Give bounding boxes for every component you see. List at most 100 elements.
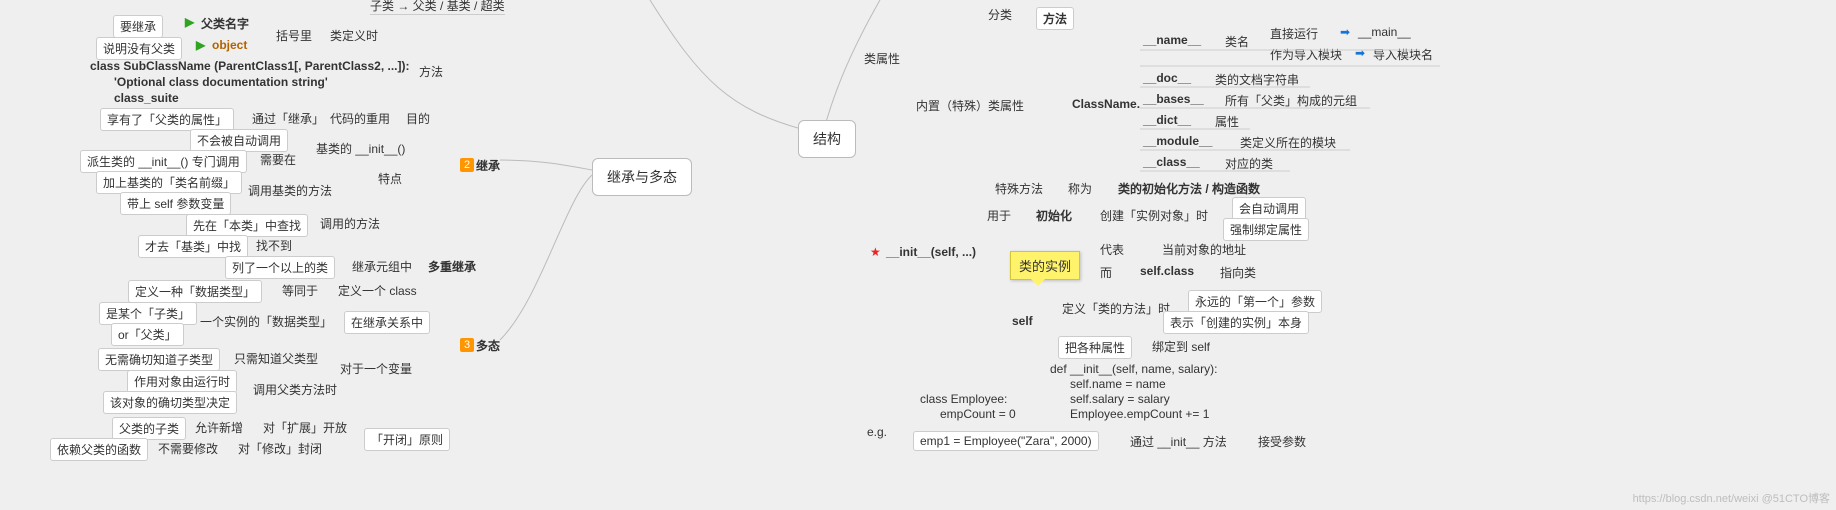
node-first-self[interactable]: 先在「本类」中查找 [186, 214, 308, 237]
node-name: __name__ [1143, 33, 1201, 47]
node-notfound: 找不到 [256, 237, 292, 254]
node-bases-desc: 所有「父类」构成的元组 [1225, 92, 1357, 109]
node-feature: 特点 [378, 170, 402, 187]
node-not-autocall[interactable]: 不会被自动调用 [190, 129, 288, 152]
node-define-type[interactable]: 定义一种「数据类型」 [128, 280, 262, 303]
node-bases: __bases__ [1143, 92, 1204, 106]
flag-icon: ▶ [185, 15, 194, 29]
node-module: __module__ [1143, 134, 1212, 148]
node-partial-top: 子类 → 父类 / 基类 / 超类 [370, 0, 505, 15]
label: 结构 [813, 131, 841, 147]
node-rely-parent[interactable]: 依赖父类的函数 [50, 438, 148, 461]
node-one-inst-type: 一个实例的「数据类型」 [200, 313, 332, 330]
node-list-multi[interactable]: 列了一个以上的类 [225, 256, 335, 279]
label: 继承与多态 [607, 169, 677, 185]
watermark: https://blog.csdn.net/weixi @51CTO博客 [1633, 490, 1830, 506]
node-derived-init[interactable]: 派生类的 __init__() 专门调用 [80, 150, 247, 173]
node-via-init: 通过 __init__ 方法 [1130, 433, 1227, 450]
node-need-inherit[interactable]: 要继承 [113, 15, 163, 38]
node-no-need-sub[interactable]: 无需确切知道子类型 [98, 348, 220, 371]
node-then-base[interactable]: 才去「基类」中找 [138, 235, 248, 258]
node-for-one-var: 对于一个变量 [340, 360, 412, 377]
node-module-desc: 类定义所在的模块 [1240, 134, 1336, 151]
node-dict-desc: 属性 [1215, 113, 1239, 130]
node-called: 称为 [1068, 180, 1092, 197]
node-no-mod: 不需要修改 [158, 440, 218, 457]
node-inherit[interactable]: 继承 [476, 157, 500, 174]
node-class-attr: 类属性 [864, 50, 900, 67]
node-base-init: 基类的 __init__() [316, 140, 405, 157]
node-add-prefix[interactable]: 加上基类的「类名前缀」 [96, 171, 242, 194]
node-class: __class__ [1143, 155, 1200, 169]
node-no-parent[interactable]: 说明没有父类 [96, 37, 182, 60]
node-structure[interactable]: 结构 [798, 120, 856, 158]
node-bracket: 括号里 [276, 27, 312, 44]
node-import-name: 导入模块名 [1373, 46, 1433, 63]
node-class-desc: 对应的类 [1225, 155, 1273, 172]
node-doc-desc: 类的文档字符串 [1215, 71, 1299, 88]
mindmap-canvas[interactable]: 继承与多态 结构 子类 → 父类 / 基类 / 超类 要继承 ▶ 父类名字 说明… [0, 0, 1836, 510]
node-while: 而 [1100, 264, 1112, 281]
node-init-method[interactable]: 类的初始化方法 / 构造函数 [1118, 180, 1260, 197]
node-bind-self: 绑定到 self [1152, 338, 1210, 355]
node-equiv: 等同于 [282, 282, 318, 299]
node-call-parent-m: 调用父类方法时 [253, 381, 337, 398]
node-only-parent: 只需知道父类型 [234, 350, 318, 367]
node-create-inst: 创建「实例对象」时 [1100, 207, 1208, 224]
node-special-method: 特殊方法 [995, 180, 1043, 197]
node-initialize[interactable]: 初始化 [1036, 207, 1072, 224]
node-indicate-inst[interactable]: 表示「创建的实例」本身 [1163, 311, 1309, 334]
node-name-desc: 类名 [1225, 33, 1249, 50]
node-exact-type[interactable]: 该对象的确切类型决定 [103, 391, 237, 414]
node-via-inh: 通过「继承」 [252, 110, 324, 127]
node-or-parent[interactable]: or「父类」 [111, 323, 184, 346]
node-code-reuse: 代码的重用 [330, 110, 390, 127]
node-main: __main__ [1358, 25, 1411, 39]
tooltip-instance: 类的实例 [1010, 251, 1080, 280]
node-runtime[interactable]: 作用对象由运行时 [127, 370, 237, 393]
num-badge: 3 [460, 338, 474, 352]
arrow-icon: ➡ [1355, 46, 1365, 60]
node-poly[interactable]: 多态 [476, 337, 500, 354]
node-represent: 代表 [1100, 241, 1124, 258]
code-a: class Employee: empCount = 0 [920, 392, 1016, 422]
node-object[interactable]: object [212, 38, 247, 52]
node-in-inh-rel[interactable]: 在继承关系中 [344, 311, 430, 334]
node-accept-args: 接受参数 [1258, 433, 1306, 450]
node-category: 分类 [988, 6, 1012, 23]
node-open-close[interactable]: 「开闭」原则 [364, 428, 450, 451]
node-used-for: 用于 [987, 207, 1011, 224]
node-need-in: 需要在 [260, 151, 296, 168]
node-first-arg[interactable]: 永远的「第一个」参数 [1188, 290, 1322, 313]
node-classname-dot: ClassName. [1072, 97, 1140, 111]
star-icon: ★ [870, 245, 881, 259]
node-is-sub[interactable]: 是某个「子类」 [99, 302, 197, 325]
node-inherit-poly[interactable]: 继承与多态 [592, 158, 692, 196]
node-parent-name[interactable]: 父类名字 [201, 15, 249, 32]
node-has-attr[interactable]: 享有了「父类的属性」 [100, 108, 234, 131]
arrow-icon: ➡ [1340, 25, 1350, 39]
node-point-class: 指向类 [1220, 264, 1256, 281]
node-purpose: 目的 [406, 110, 430, 127]
node-bind-attrs[interactable]: 把各种属性 [1058, 336, 1132, 359]
node-direct-run: 直接运行 [1270, 25, 1318, 42]
node-self[interactable]: self [1012, 314, 1033, 328]
node-with-self[interactable]: 带上 self 参数变量 [120, 192, 231, 215]
node-call-base: 调用基类的方法 [248, 182, 332, 199]
node-init-sig[interactable]: __init__(self, ...) [886, 245, 976, 259]
node-eg: e.g. [867, 425, 887, 439]
node-call-method: 调用的方法 [320, 215, 380, 232]
node-method-r[interactable]: 方法 [1036, 7, 1074, 30]
node-method: 方法 [419, 63, 443, 80]
node-emp1[interactable]: emp1 = Employee("Zara", 2000) [913, 431, 1099, 451]
node-sub-of-parent[interactable]: 父类的子类 [112, 417, 186, 440]
node-dict: __dict__ [1143, 113, 1191, 127]
node-define-method: 定义「类的方法」时 [1062, 300, 1170, 317]
node-force-bind[interactable]: 强制绑定属性 [1223, 218, 1309, 241]
node-builtin-attr: 内置（特殊）类属性 [916, 97, 1024, 114]
node-autocall[interactable]: 会自动调用 [1232, 197, 1306, 220]
node-as-import: 作为导入模块 [1270, 46, 1342, 63]
node-multi-inh[interactable]: 多重继承 [428, 258, 476, 275]
flag-icon: ▶ [196, 38, 205, 52]
node-classdeftime: 类定义时 [330, 27, 378, 44]
